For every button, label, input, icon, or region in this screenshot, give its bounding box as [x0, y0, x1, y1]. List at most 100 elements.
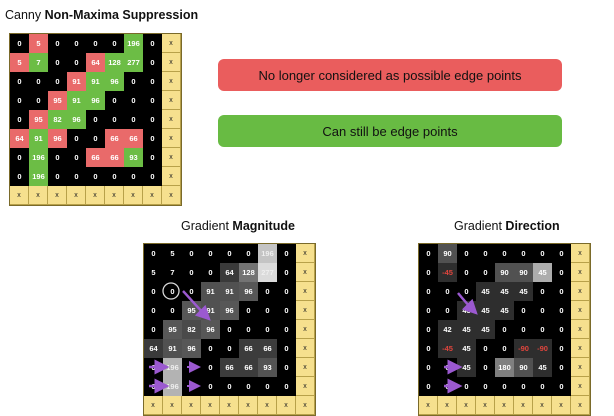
grid-cell: 0	[74, 39, 79, 48]
grid-cell: x	[552, 396, 571, 415]
grid-cell: 0	[189, 268, 194, 277]
nms-title-bold: Non-Maxima Suppression	[44, 8, 199, 22]
grid-cell: 45	[457, 339, 476, 358]
grid-cell: 0	[17, 115, 22, 124]
grid-cell: 0	[483, 363, 488, 372]
grid-cell: 0	[502, 249, 507, 258]
grid-cell: 0	[208, 382, 213, 391]
grid-cell: 0	[426, 249, 431, 258]
grid-cell: x	[571, 244, 590, 263]
grid-cell: x	[143, 186, 162, 205]
direction-title-bold: Direction	[505, 219, 560, 233]
grid-cell: x	[163, 396, 182, 415]
grid-cell: 0	[151, 363, 156, 372]
kept-legend-label: Can still be edge points	[322, 123, 458, 139]
grid-cell: 0	[464, 382, 469, 391]
grid-cell: x	[48, 186, 67, 205]
grid-cell: 7	[29, 53, 48, 72]
grid-cell: x	[571, 396, 590, 415]
grid-cell: 0	[189, 382, 194, 391]
grid-cell: 0	[502, 325, 507, 334]
grid-cell: 0	[483, 268, 488, 277]
grid-cell: 96	[239, 282, 258, 301]
grid-cell: 0	[483, 249, 488, 258]
grid-cell: x	[105, 186, 124, 205]
grid-cell: 0	[131, 172, 136, 181]
magnitude-title-prefix: Gradient	[181, 219, 233, 233]
grid-cell: 7	[170, 268, 175, 277]
grid-cell: 45	[476, 282, 495, 301]
grid-cell: 0	[74, 58, 79, 67]
grid-cell: 0	[521, 325, 526, 334]
grid-cell: x	[144, 396, 163, 415]
grid-cell: x	[220, 396, 239, 415]
grid-cell: 0	[540, 306, 545, 315]
grid-cell: 196	[258, 244, 277, 263]
grid-cell: 45	[495, 301, 514, 320]
grid-cell: x	[571, 263, 590, 282]
grid-cell: 0	[426, 325, 431, 334]
grid-cell: 0	[150, 77, 155, 86]
grid-cell: 95	[163, 320, 182, 339]
grid-cell: x	[182, 396, 201, 415]
grid-cell: 5	[29, 34, 48, 53]
grid-cell: 0	[131, 115, 136, 124]
grid-cell: 91	[86, 72, 105, 91]
grid-cell: x	[296, 339, 315, 358]
grid-cell: x	[277, 396, 296, 415]
grid-cell: 96	[67, 110, 86, 129]
grid-cell: x	[258, 396, 277, 415]
grid-cell: 0	[559, 382, 564, 391]
grid-cell: 82	[48, 110, 67, 129]
grid-cell: x	[239, 396, 258, 415]
grid-cell: 96	[105, 72, 124, 91]
grid-cell: 0	[93, 134, 98, 143]
grid-cell: 66	[220, 358, 239, 377]
grid-cell: 66	[239, 339, 258, 358]
grid-cell: 91	[201, 282, 220, 301]
grid-cell: 90	[514, 263, 533, 282]
grid-cell: 0	[55, 172, 60, 181]
direction-title: Gradient Direction	[454, 219, 560, 233]
nms-grid: 0 5 0 0 0 0 196 0 x 5 7 0 0 64 128 277 0 x 0 0 0 91 91 96 0 0 x 0 0 9…	[9, 33, 182, 206]
grid-cell: x	[296, 301, 315, 320]
grid-cell: 96	[86, 91, 105, 110]
grid-cell: 0	[559, 249, 564, 258]
grid-cell: 0	[131, 77, 136, 86]
grid-cell: 95	[48, 91, 67, 110]
grid-cell: 93	[258, 358, 277, 377]
grid-cell: 45	[457, 301, 476, 320]
grid-cell: x	[162, 110, 181, 129]
grid-cell: x	[495, 396, 514, 415]
grid-cell: x	[124, 186, 143, 205]
grid-cell: 0	[426, 268, 431, 277]
grid-cell: x	[571, 358, 590, 377]
grid-cell: 0	[284, 306, 289, 315]
grid-cell: 45	[476, 320, 495, 339]
grid-cell: 91	[29, 129, 48, 148]
grid-cell: 0	[445, 287, 450, 296]
grid-cell: 0	[74, 172, 79, 181]
grid-cell: 0	[540, 287, 545, 296]
grid-cell: 0	[151, 382, 156, 391]
grid-cell: 0	[464, 249, 469, 258]
grid-cell: 180	[495, 358, 514, 377]
grid-cell: 128	[105, 53, 124, 72]
grid-cell: 90	[514, 358, 533, 377]
grid-cell: 0	[208, 344, 213, 353]
grid-cell: 0	[559, 325, 564, 334]
grid-cell: 0	[445, 382, 450, 391]
grid-cell: 196	[163, 377, 182, 396]
grid-cell: 0	[150, 39, 155, 48]
grid-cell: 0	[93, 115, 98, 124]
grid-cell: 0	[246, 249, 251, 258]
grid-cell: 0	[227, 325, 232, 334]
grid-cell: x	[476, 396, 495, 415]
grid-cell: 0	[208, 363, 213, 372]
grid-cell: 91	[67, 72, 86, 91]
magnitude-title-bold: Magnitude	[232, 219, 295, 233]
grid-cell: 0	[151, 325, 156, 334]
grid-cell: 45	[533, 358, 552, 377]
grid-cell: 0	[227, 344, 232, 353]
grid-cell: 0	[483, 382, 488, 391]
